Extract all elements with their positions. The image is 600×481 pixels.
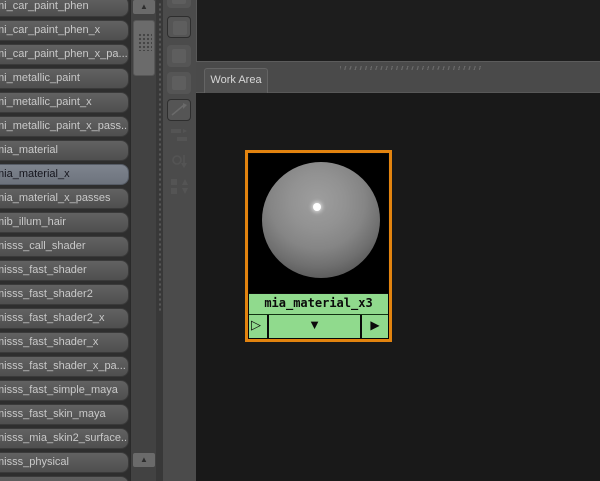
upper-panel [196,0,600,62]
sidebar-item-misss-mia-skin2-surface-[interactable]: misss_mia_skin2_surface... [0,428,129,449]
node-outputs-icon[interactable]: ▶ [360,315,388,338]
sidebar-item-mi-car-paint-phen[interactable]: mi_car_paint_phen [0,0,129,17]
workarea-canvas[interactable]: mia_material_x3 ▷ ▼ ▶ [196,93,600,481]
splitter-dots-icon [158,2,162,312]
node-swatch-toggle-icon[interactable]: ▼ [269,315,360,338]
hypershade-window: mi_car_paint_phen mi_car_paint_phen_x mi_c… [0,0,600,481]
scrollbar-thumb[interactable] [133,20,155,76]
shader-node-mia-material-x3[interactable]: mia_material_x3 ▷ ▼ ▶ [245,150,392,342]
sidebar-item-misss-fast-simple-maya[interactable]: misss_fast_simple_maya [0,380,129,401]
sidebar-item-mi-car-paint-phen-x-pa-[interactable]: mi_car_paint_phen_x_pa... [0,44,129,65]
node-inputs-icon[interactable]: ▷ [249,315,269,338]
scroll-up-icon[interactable]: ▲ [133,0,155,14]
toolbar-button-1[interactable] [167,0,191,8]
square-swatch-icon [173,21,187,35]
tab-work-area[interactable]: Work Area [204,68,268,93]
sidebar-item-mi-metallic-paint-x[interactable]: mi_metallic_paint_x [0,92,129,113]
sidebar-item-misss-fast-skin-maya[interactable]: misss_fast_skin_maya [0,404,129,425]
squares-updown-icon[interactable] [169,177,191,195]
sidebar-item-misss-fast-shader-x-pa-[interactable]: misss_fast_shader_x_pa... [0,356,129,377]
sidebar-item[interactable] [0,476,129,481]
specular-highlight-icon [313,203,321,211]
material-swatch[interactable] [249,154,388,293]
diagonal-arrow-icon [171,103,187,116]
side-toolbar [163,0,196,481]
rearrange-graph-icon[interactable] [169,126,191,144]
sidebar-item-misss-fast-shader-x[interactable]: misss_fast_shader_x [0,332,129,353]
square-swatch-icon [172,76,186,90]
sidebar-item-mi-car-paint-phen-x[interactable]: mi_car_paint_phen_x [0,20,129,41]
sidebar-item-misss-fast-shader[interactable]: misss_fast_shader [0,260,129,281]
sidebar-item-mia-material[interactable]: mia_material [0,140,129,161]
sidebar-item-misss-call-shader[interactable]: misss_call_shader [0,236,129,257]
toolbar-button-5[interactable] [167,99,191,121]
create-bar-scrollbar[interactable]: ▲ ▲ [130,0,156,481]
scrollbar-grip-icon [138,33,152,51]
node-title[interactable]: mia_material_x3 [249,293,388,315]
circle-down-arrow-icon[interactable] [169,152,191,170]
toolbar-button-4[interactable] [167,72,191,94]
shader-node-body: mia_material_x3 ▷ ▼ ▶ [248,153,389,339]
create-bar-list: mi_car_paint_phen mi_car_paint_phen_x mi_c… [0,0,130,481]
sidebar-item-mia-material-x-passes[interactable]: mia_material_x_passes [0,188,129,209]
toolbar-button-3[interactable] [167,45,191,67]
square-swatch-icon [172,0,186,4]
sidebar-item-mi-metallic-paint-x-pass-[interactable]: mi_metallic_paint_x_pass... [0,116,129,137]
square-swatch-icon [172,49,186,63]
sidebar-item-misss-physical[interactable]: misss_physical [0,452,129,473]
sidebar-item-misss-fast-shader2-x[interactable]: misss_fast_shader2_x [0,308,129,329]
panel-drag-handle-icon[interactable] [340,66,484,70]
vertical-splitter[interactable] [156,0,163,481]
swatch-sphere-icon [262,162,380,278]
sidebar-item-misss-fast-shader2[interactable]: misss_fast_shader2 [0,284,129,305]
sidebar-item-mib-illum-hair[interactable]: mib_illum_hair [0,212,129,233]
sidebar-item-mi-metallic-paint[interactable]: mi_metallic_paint [0,68,129,89]
sidebar-item-mia-material-x[interactable]: mia_material_x [0,164,129,185]
scroll-up-bottom-icon[interactable]: ▲ [133,453,155,467]
toolbar-button-2[interactable] [167,16,191,38]
node-footer-bar: ▷ ▼ ▶ [249,315,388,338]
workarea-tab-bar: Work Area [196,62,600,93]
